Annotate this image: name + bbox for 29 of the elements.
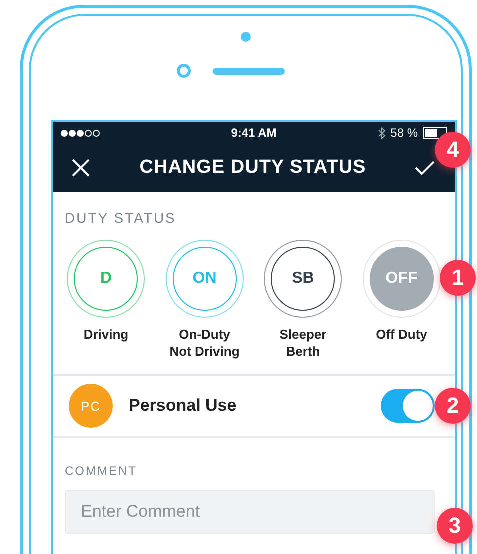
status-label: Off Duty <box>376 326 428 343</box>
personal-use-label: Personal Use <box>129 396 238 416</box>
status-option[interactable]: ON <box>166 240 244 318</box>
close-button[interactable] <box>71 158 91 178</box>
bluetooth-icon <box>378 126 386 140</box>
status-time: 9:41 AM <box>231 126 277 140</box>
status-option[interactable]: OFF <box>362 240 441 318</box>
section-heading: DUTY STATUS <box>64 210 178 226</box>
status-option[interactable]: D <box>67 240 146 318</box>
signal-icon <box>61 130 100 136</box>
battery-icon <box>423 127 447 139</box>
status-label: Driving <box>84 326 129 343</box>
status-label: Sleeper Berth <box>280 326 327 360</box>
status-option[interactable]: SB <box>264 240 342 318</box>
screen-title: CHANGE DUTY STATUS <box>140 157 366 179</box>
speaker-icon <box>213 68 285 74</box>
number-badge: 3 <box>437 508 473 544</box>
lens-icon <box>177 64 191 78</box>
battery-text: 58 % <box>390 126 418 140</box>
number-badge: 2 <box>435 388 471 424</box>
number-badge: 4 <box>435 132 471 168</box>
comment-field[interactable]: Enter Comment <box>65 490 435 534</box>
number-badge: 1 <box>440 260 476 296</box>
confirm-button[interactable] <box>414 160 435 176</box>
status-label: On-Duty Not Driving <box>170 326 240 360</box>
pc-avatar: PC <box>69 384 113 428</box>
section-heading: COMMENT <box>65 464 138 478</box>
camera-icon <box>241 32 251 42</box>
toggle-switch[interactable] <box>381 389 435 423</box>
